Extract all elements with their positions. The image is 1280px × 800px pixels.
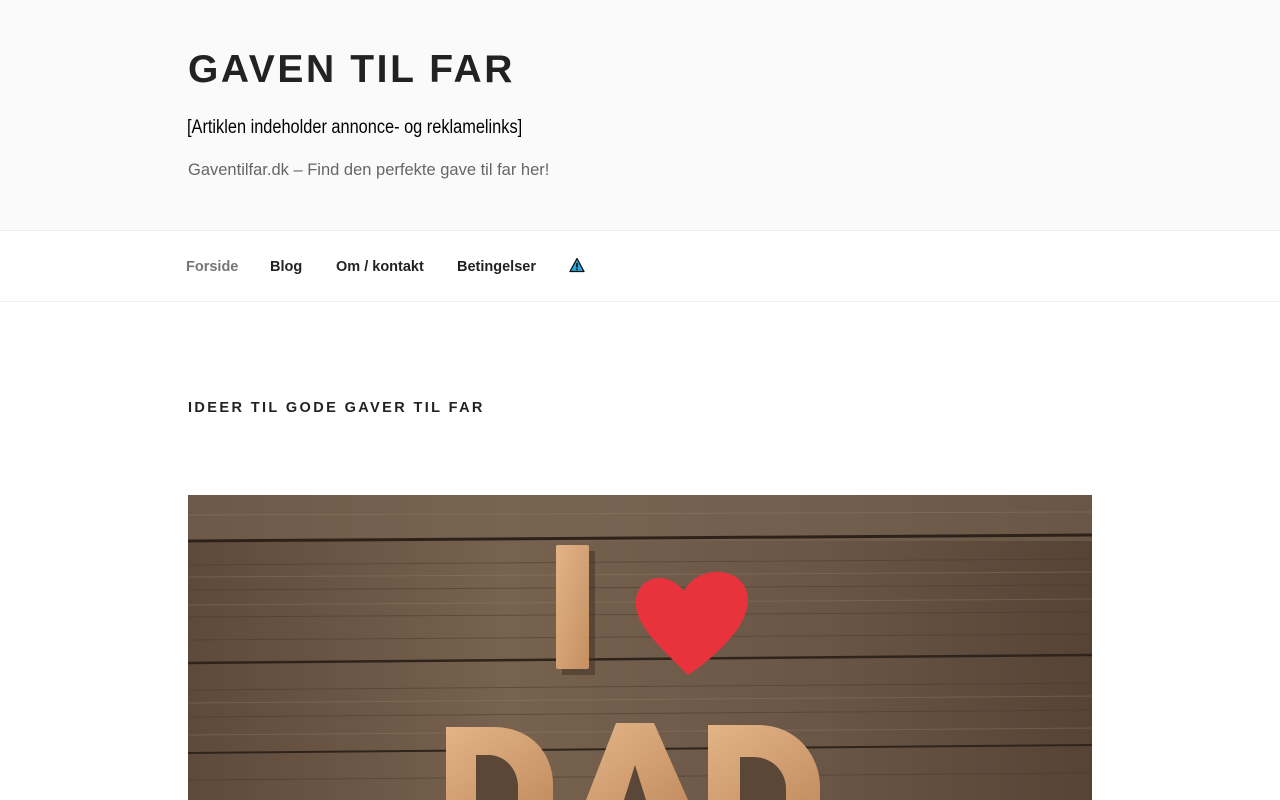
nav-item-om-kontakt[interactable]: Om / kontakt [336,257,424,277]
warning-icon[interactable] [569,257,585,273]
nav-item-forside[interactable]: Forside [186,257,238,277]
section-title: IDEER TIL GODE GAVER TIL FAR [188,400,485,416]
main-navigation: Forside Blog Om / kontakt Betingelser [0,230,1280,302]
nav-item-blog[interactable]: Blog [270,257,302,277]
hero-image [188,495,1092,800]
ad-notice: [Artiklen indeholder annonce- og reklame… [187,117,523,138]
site-header: GAVEN TIL FAR [Artiklen indeholder annon… [0,0,1280,230]
site-title[interactable]: GAVEN TIL FAR [188,46,515,94]
i-love-dad-image [188,495,1092,800]
site-tagline: Gaventilfar.dk – Find den perfekte gave … [188,161,550,179]
nav-item-betingelser[interactable]: Betingelser [457,257,536,277]
